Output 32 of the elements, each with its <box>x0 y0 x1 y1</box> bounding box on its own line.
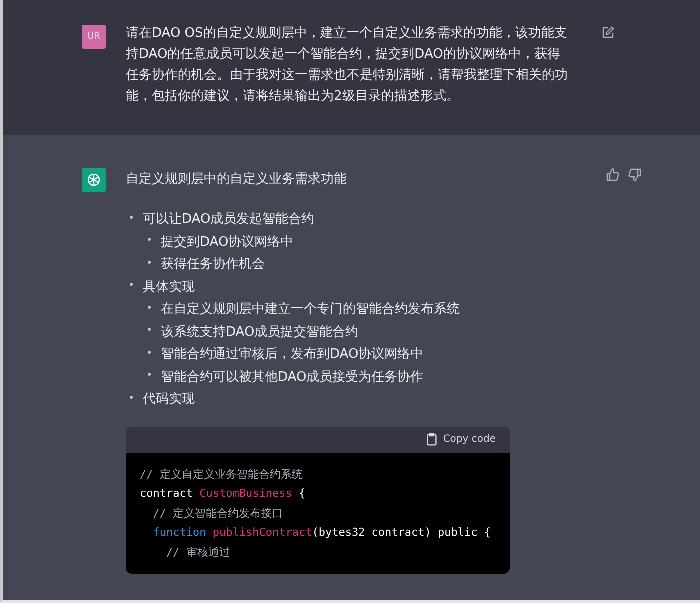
code-line: contract CustomBusiness { <box>140 486 307 502</box>
list-item: 可以让DAO成员发起智能合约 <box>143 211 315 228</box>
thumbs-down-icon[interactable] <box>628 168 642 182</box>
user-message: 请在DAO OS的自定义规则层中，建立一个自定义业务需求的功能，该功能支持DAO的任意成员可以发起一个智能合约，提交到DAO的协议网络中，获得任务协作的机会。由于我对这一需求也不是特别清晰，请帮我整理下相关的功能，包括你的建议，请将结果输出为2级目录的描述形式。 <box>126 25 569 106</box>
response-title: 自定义规则层中的自定义业务需求功能 <box>126 171 347 189</box>
edit-icon[interactable] <box>601 26 615 40</box>
bullet-icon <box>148 306 151 309</box>
bullet-icon <box>130 216 133 219</box>
thumbs-up-icon[interactable] <box>606 168 620 182</box>
bullet-icon <box>148 260 151 264</box>
code-line: // 定义智能合约发布接口 <box>152 506 284 522</box>
clipboard-icon <box>427 433 438 446</box>
list-item: 代码实现 <box>143 391 195 408</box>
copy-code-button[interactable]: Copy code <box>427 433 496 446</box>
list-item: 智能合约可以被其他DAO成员接受为任务协作 <box>161 368 424 386</box>
list-item: 获得任务协作机会 <box>161 256 265 274</box>
list-item: 具体实现 <box>143 278 195 296</box>
bullet-icon <box>148 350 151 354</box>
list-item: 智能合约通过审核后，发布到DAO协议网络中 <box>161 346 424 364</box>
list-item: 提交到DAO协议网络中 <box>161 234 294 251</box>
code-line: function publishContract(bytes32 contract) public { <box>152 525 492 541</box>
list-item: 该系统支持DAO成员提交智能合约 <box>161 324 359 341</box>
user-avatar: UR <box>82 25 106 49</box>
bullet-icon <box>130 396 133 399</box>
list-item: 在自定义规则层中建立一个专门的智能合约发布系统 <box>161 301 460 318</box>
bullet-icon <box>148 373 151 376</box>
bullet-icon <box>130 283 133 286</box>
code-line: // 审核通过 <box>165 544 232 560</box>
assistant-logo-icon <box>82 168 106 192</box>
bullet-icon <box>148 238 151 242</box>
bullet-icon <box>148 328 151 332</box>
code-line: // 定义自定义业务智能合约系统 <box>140 466 304 482</box>
